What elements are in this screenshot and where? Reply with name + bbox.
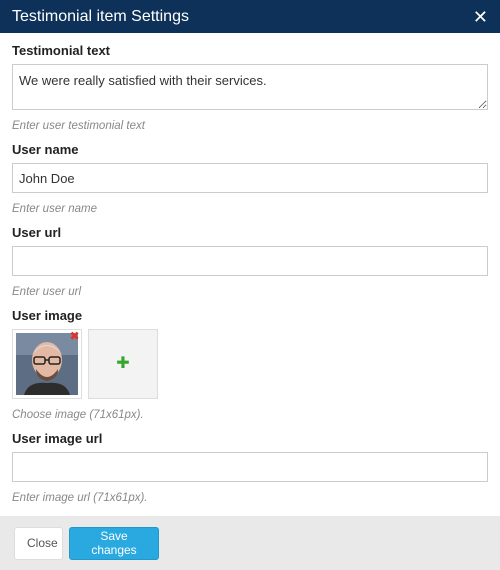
user-name-label: User name: [12, 142, 79, 157]
remove-icon[interactable]: ✖: [69, 330, 80, 342]
testimonial-text-input[interactable]: We were really satisfied with their serv…: [12, 64, 488, 110]
close-button[interactable]: Close: [14, 526, 63, 560]
testimonial-text-label: Testimonial text: [12, 43, 111, 58]
user-url-label: User url: [12, 225, 62, 240]
modal-footer: Close Save changes: [0, 516, 500, 570]
modal-body: Testimonial text We were really satisfie…: [0, 33, 500, 516]
plus-icon: ✚: [116, 355, 130, 372]
user-image-thumbnail[interactable]: ✖: [12, 329, 82, 399]
user-url-help: Enter user url: [12, 286, 82, 298]
user-image-picker: ✖ ✚: [12, 329, 488, 399]
add-image-button[interactable]: ✚: [88, 329, 158, 399]
testimonial-settings-modal: Testimonial item Settings ✕ Testimonial …: [0, 0, 500, 570]
user-image-help: Choose image (71x61px).: [12, 409, 144, 421]
modal-title: Testimonial item Settings: [12, 7, 189, 25]
save-changes-button[interactable]: Save changes: [69, 526, 159, 560]
user-image-url-label: User image url: [12, 431, 103, 446]
user-image-label: User image: [12, 308, 83, 323]
user-url-input[interactable]: [12, 246, 488, 276]
user-image-url-input[interactable]: [12, 452, 488, 482]
user-image-url-help: Enter image url (71x61px).: [12, 492, 148, 504]
modal-header: Testimonial item Settings ✕: [0, 0, 500, 33]
testimonial-text-help: Enter user testimonial text: [12, 120, 145, 132]
user-name-input[interactable]: [12, 163, 488, 193]
close-icon[interactable]: ✕: [473, 8, 488, 26]
user-name-help: Enter user name: [12, 203, 98, 215]
